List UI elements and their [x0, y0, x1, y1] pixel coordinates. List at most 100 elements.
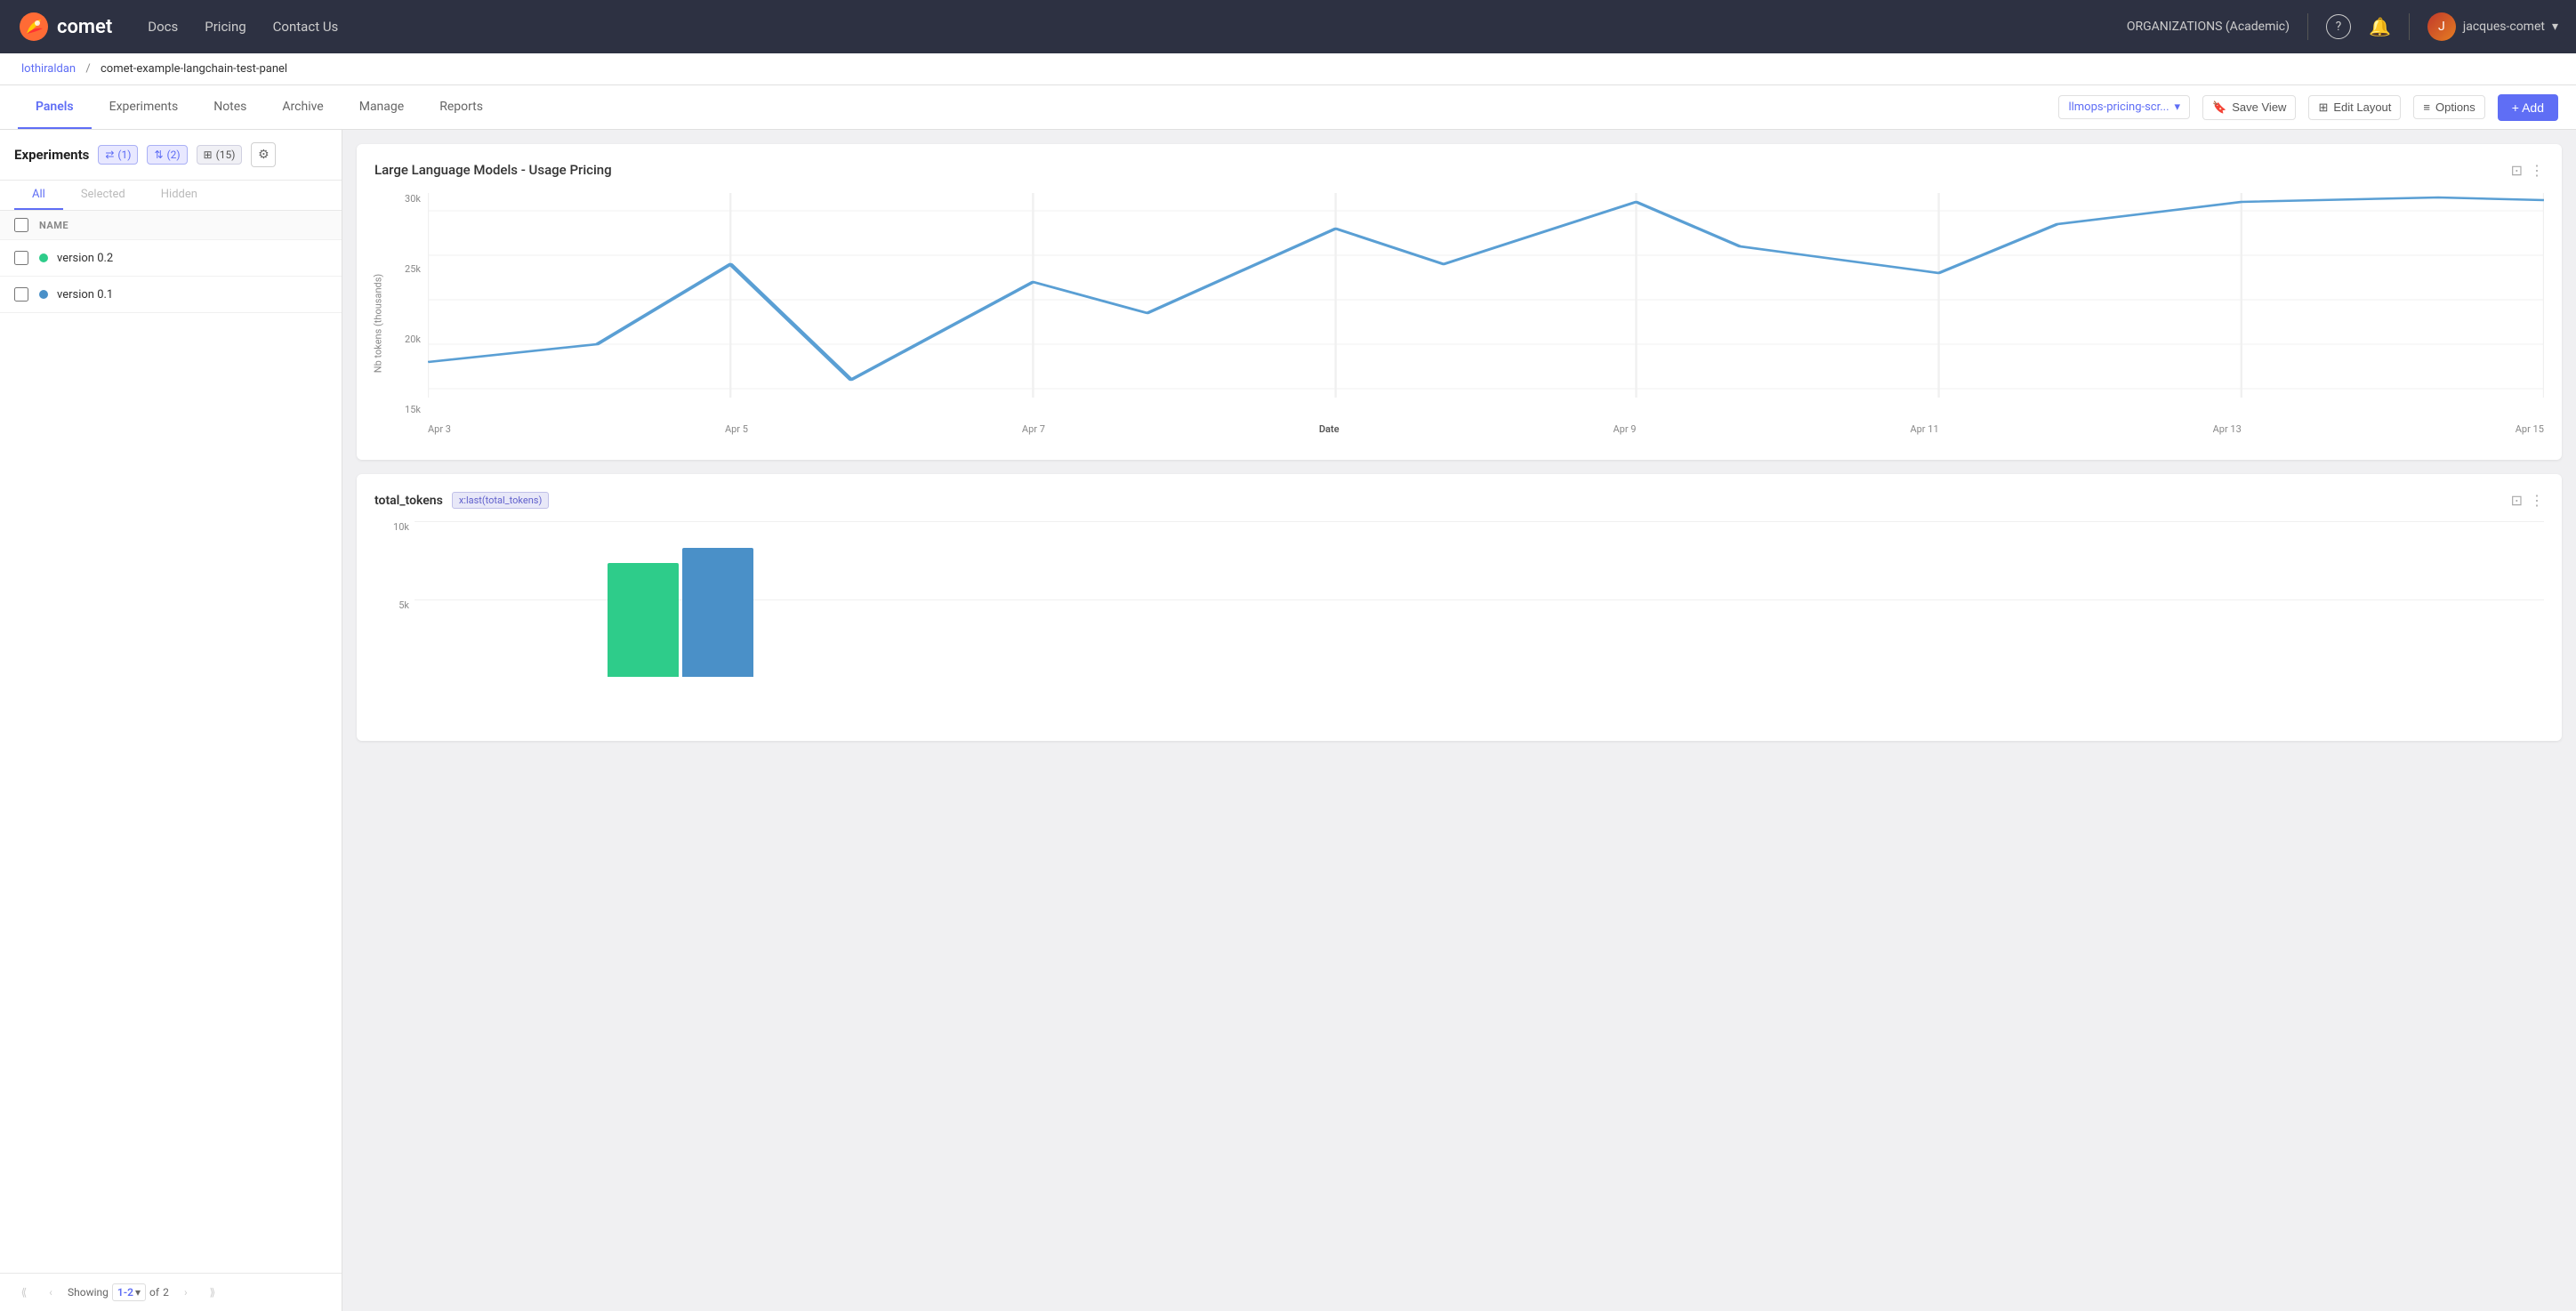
expand-icon[interactable]: ⊡	[2511, 162, 2523, 179]
tab-reports[interactable]: Reports	[422, 85, 501, 129]
filter-badge-3[interactable]: ⊞ (15)	[197, 145, 243, 165]
tab-archive[interactable]: Archive	[264, 85, 341, 129]
experiment-filter-tabs: All Selected Hidden	[0, 181, 342, 211]
x-tick-apr5: Apr 5	[725, 423, 748, 435]
bar-y-axis: 10k 5k	[374, 521, 415, 677]
bar-y-tick-10k: 10k	[393, 521, 409, 533]
bar-chart-header: total_tokens x:last(total_tokens) ⊡ ⋮	[374, 492, 2544, 509]
filter-icon: ⇄	[105, 149, 114, 161]
name-column-header: NAME	[39, 220, 68, 231]
tab-manage[interactable]: Manage	[342, 85, 422, 129]
sidebar-tab-hidden[interactable]: Hidden	[143, 181, 215, 210]
logo[interactable]: comet	[18, 11, 112, 43]
filter-badge-1[interactable]: ⇄ (1)	[98, 145, 138, 165]
experiment-row[interactable]: version 0.1	[0, 277, 342, 313]
breadcrumb: lothiraldan / comet-example-langchain-te…	[0, 53, 2576, 85]
secondary-navigation: Panels Experiments Notes Archive Manage …	[0, 85, 2576, 130]
page-info: Showing 1-2 ▾ of 2	[68, 1283, 169, 1301]
next-page-button[interactable]: ›	[176, 1283, 196, 1302]
line-chart-actions: ⊡ ⋮	[2511, 162, 2544, 179]
charts-panel: Large Language Models - Usage Pricing ⊡ …	[342, 130, 2576, 1311]
page-range: 1-2	[117, 1286, 133, 1299]
bookmark-icon: 🔖	[2212, 101, 2226, 115]
line-chart-container: 30k 25k 20k 15k Nb tokens (thousands)	[374, 193, 2544, 442]
bar-chart-title: total_tokens	[374, 494, 443, 508]
showing-label: Showing	[68, 1286, 109, 1299]
bar-chart-area	[415, 521, 2544, 677]
total-count: 2	[163, 1286, 169, 1299]
filter-badge-2[interactable]: ⇅ (2)	[147, 145, 187, 165]
chevron-down-icon: ▾	[2175, 101, 2181, 114]
x-tick-apr13: Apr 13	[2213, 423, 2242, 435]
secondary-actions: llmops-pricing-scr... ▾ 🔖 Save View ⊞ Ed…	[2058, 94, 2558, 121]
bar-version-01	[682, 548, 753, 677]
top-navigation: comet Docs Pricing Contact Us ORGANIZATI…	[0, 0, 2576, 53]
sidebar-tab-all[interactable]: All	[14, 181, 63, 210]
edit-layout-button[interactable]: ⊞ Edit Layout	[2308, 95, 2401, 120]
y-tick: 25k	[405, 263, 421, 275]
more-options-icon[interactable]: ⋮	[2530, 162, 2544, 179]
more-bar-options-icon[interactable]: ⋮	[2530, 492, 2544, 509]
filter-count-1: (1)	[117, 149, 131, 161]
x-tick-apr15: Apr 15	[2516, 423, 2544, 435]
sidebar-settings-button[interactable]: ⚙	[251, 142, 276, 167]
sidebar-tab-selected[interactable]: Selected	[63, 181, 143, 210]
options-button[interactable]: ≡ Options	[2413, 95, 2484, 119]
experiment-dot-v01	[39, 290, 48, 299]
bar-chart-container: 10k 5k	[374, 521, 2544, 699]
menu-icon: ≡	[2423, 101, 2430, 114]
secondary-tabs: Panels Experiments Notes Archive Manage …	[18, 85, 501, 129]
expand-bar-icon[interactable]: ⊡	[2511, 492, 2523, 509]
y-tick: 15k	[405, 404, 421, 415]
line-chart-svg	[428, 193, 2544, 415]
experiment-dot-v02	[39, 253, 48, 262]
filter-count-2: (2)	[167, 149, 181, 161]
y-tick: 20k	[405, 334, 421, 345]
bar-y-tick-5k: 5k	[398, 599, 409, 611]
view-selector[interactable]: llmops-pricing-scr... ▾	[2058, 95, 2190, 119]
line-chart-title: Large Language Models - Usage Pricing	[374, 162, 2511, 178]
select-all-checkbox[interactable]	[14, 218, 28, 232]
contact-us-link[interactable]: Contact Us	[273, 19, 339, 35]
breadcrumb-separator: /	[85, 62, 90, 76]
experiment-name-v02: version 0.2	[57, 252, 113, 265]
help-icon[interactable]: ?	[2326, 14, 2351, 39]
main-content: Experiments ⇄ (1) ⇅ (2) ⊞ (15) ⚙ All Sel…	[0, 130, 2576, 1311]
pricing-link[interactable]: Pricing	[205, 19, 246, 35]
bar-group	[415, 521, 947, 677]
experiment-name-v01: version 0.1	[57, 288, 113, 302]
x-tick-apr9: Apr 9	[1614, 423, 1637, 435]
user-menu[interactable]: J jacques-comet ▾	[2427, 12, 2558, 41]
breadcrumb-user[interactable]: lothiraldan	[21, 62, 76, 76]
tab-notes[interactable]: Notes	[196, 85, 264, 129]
last-page-button[interactable]: ⟫	[203, 1283, 222, 1302]
chevron-down-icon: ▾	[2552, 20, 2558, 34]
comet-logo-icon	[18, 11, 50, 43]
first-page-button[interactable]: ⟪	[14, 1283, 34, 1302]
save-view-button[interactable]: 🔖 Save View	[2202, 95, 2296, 120]
tab-experiments[interactable]: Experiments	[92, 85, 197, 129]
line-chart-header: Large Language Models - Usage Pricing ⊡ …	[374, 162, 2544, 179]
org-selector[interactable]: ORGANIZATIONS (Academic)	[2127, 20, 2290, 34]
add-button[interactable]: + Add	[2498, 94, 2558, 121]
prev-page-button[interactable]: ‹	[41, 1283, 60, 1302]
docs-link[interactable]: Docs	[148, 19, 178, 35]
sidebar-header: Experiments ⇄ (1) ⇅ (2) ⊞ (15) ⚙	[0, 130, 342, 181]
username: jacques-comet	[2463, 20, 2545, 34]
of-label: of	[149, 1286, 159, 1299]
breadcrumb-project[interactable]: comet-example-langchain-test-panel	[101, 62, 287, 76]
experiment-table-header: NAME	[0, 211, 342, 240]
notifications-icon[interactable]: 🔔	[2369, 16, 2391, 37]
page-range-dropdown[interactable]: 1-2 ▾	[112, 1283, 146, 1301]
dropdown-arrow: ▾	[135, 1286, 141, 1299]
experiment-row[interactable]: version 0.2	[0, 240, 342, 277]
x-tick-apr7: Apr 7	[1022, 423, 1045, 435]
sidebar-pagination: ⟪ ‹ Showing 1-2 ▾ of 2 › ⟫	[0, 1273, 342, 1311]
experiment-checkbox-v02[interactable]	[14, 251, 28, 265]
tab-panels[interactable]: Panels	[18, 85, 92, 129]
columns-icon: ⊞	[204, 149, 213, 161]
sort-icon: ⇅	[154, 149, 163, 161]
x-tick-apr3: Apr 3	[428, 423, 451, 435]
y-axis-label: Nb tokens (thousands)	[373, 274, 384, 374]
experiment-checkbox-v01[interactable]	[14, 287, 28, 302]
